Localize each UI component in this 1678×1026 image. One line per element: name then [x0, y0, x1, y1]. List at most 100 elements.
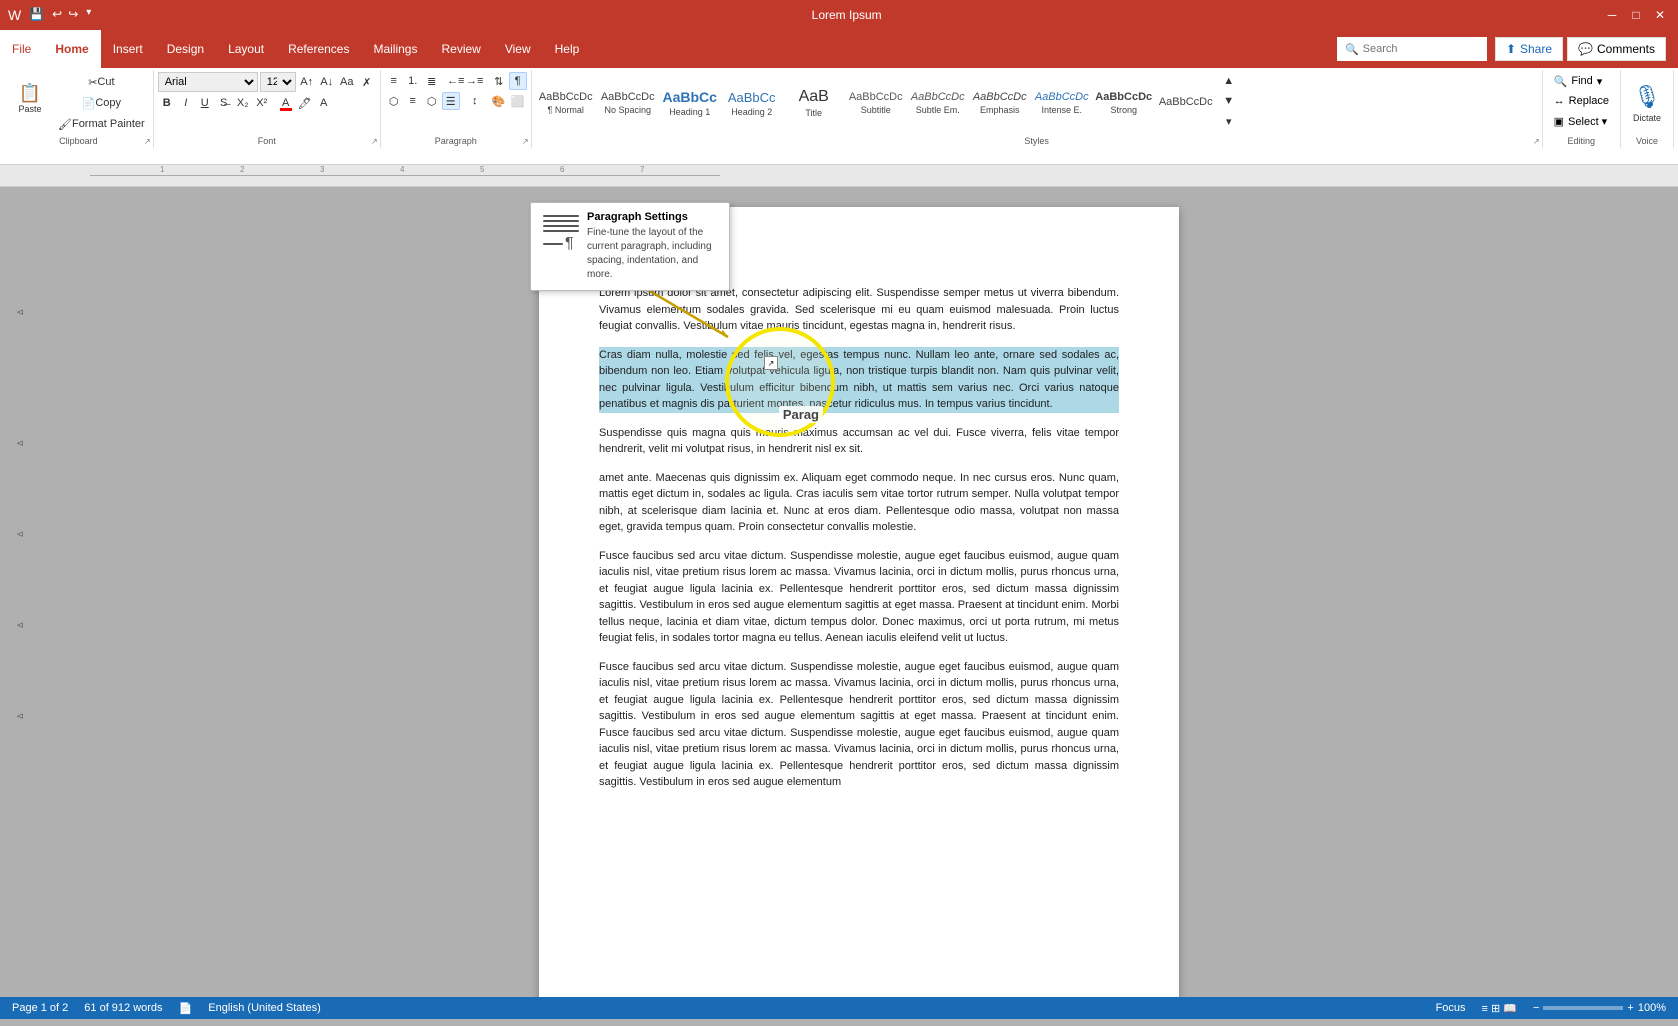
- decrease-indent-button[interactable]: ←≡: [447, 72, 465, 90]
- align-center-button[interactable]: ≡: [404, 92, 422, 110]
- save-icon[interactable]: 💾: [29, 7, 44, 23]
- style-subtitle[interactable]: AaBbCcDc Subtitle: [846, 72, 906, 134]
- font-color-button[interactable]: A: [277, 94, 295, 112]
- share-button[interactable]: ⬆ Share: [1495, 37, 1563, 61]
- styles-scroll-up[interactable]: ▲: [1220, 72, 1238, 90]
- menu-references[interactable]: References: [276, 30, 361, 68]
- paragraph-2[interactable]: Cras diam nulla, molestie sed felis vel,…: [599, 347, 1119, 413]
- style-subtle-em[interactable]: AaBbCcDc Subtle Em.: [908, 72, 968, 134]
- show-marks-button[interactable]: ¶: [509, 72, 527, 90]
- strikethrough-button[interactable]: S̶: [215, 94, 233, 112]
- style-strong[interactable]: AaBbCcDc Strong: [1094, 72, 1154, 134]
- style-emphasis[interactable]: AaBbCcDc Emphasis: [970, 72, 1030, 134]
- style-no-spacing[interactable]: AaBbCcDc No Spacing: [598, 72, 658, 134]
- shading-para-button[interactable]: 🎨: [490, 92, 508, 110]
- paragraph-settings-tooltip: ¶ Paragraph Settings Fine-tune the layou…: [530, 202, 730, 291]
- line-spacing-button[interactable]: ↕: [466, 92, 484, 110]
- style-intense-e[interactable]: AaBbCcDc Intense E.: [1032, 72, 1092, 134]
- zoom-in-icon[interactable]: +: [1627, 1002, 1633, 1014]
- copy-button[interactable]: 📄 Copy: [54, 93, 149, 113]
- search-box[interactable]: 🔍: [1337, 37, 1487, 61]
- zoom-control: − + 100%: [1533, 1002, 1666, 1014]
- increase-indent-button[interactable]: →≡: [466, 72, 484, 90]
- zoom-slider[interactable]: [1543, 1006, 1623, 1010]
- superscript-button[interactable]: X²: [253, 94, 271, 112]
- clipboard-label: Clipboard: [4, 136, 153, 146]
- clear-format-button[interactable]: ✗: [358, 73, 376, 91]
- ruler-mark-3: 3: [320, 165, 324, 174]
- ruler-mark-2: 2: [240, 165, 244, 174]
- menu-layout[interactable]: Layout: [216, 30, 276, 68]
- clipboard-group: 📋 Paste ✂ Cut 📄 Copy 🖌 Format Painter Cl…: [4, 70, 154, 148]
- italic-button[interactable]: I: [177, 94, 195, 112]
- styles-scroll-down[interactable]: ▼: [1220, 92, 1238, 110]
- language: English (United States): [208, 1002, 321, 1014]
- style-title[interactable]: AaB Title: [784, 72, 844, 134]
- view-icons: ≡ ⊞ 📖: [1482, 1002, 1517, 1015]
- menu-insert[interactable]: Insert: [101, 30, 155, 68]
- window-controls: ─ □ ✕: [1602, 6, 1670, 24]
- menu-home[interactable]: Home: [43, 30, 100, 68]
- menu-view[interactable]: View: [493, 30, 543, 68]
- maximize-button[interactable]: □: [1626, 6, 1646, 24]
- menu-file[interactable]: File: [0, 30, 43, 68]
- replace-button[interactable]: ↔ Replace: [1547, 92, 1616, 110]
- styles-more[interactable]: ▾: [1220, 112, 1238, 130]
- font-size-select[interactable]: 12: [260, 72, 296, 92]
- highlight-button[interactable]: 🖊: [296, 94, 314, 112]
- search-input[interactable]: [1363, 43, 1479, 55]
- dictate-button[interactable]: 🎙 Dictate: [1625, 72, 1669, 134]
- menu-help[interactable]: Help: [543, 30, 592, 68]
- align-left-button[interactable]: ⬡: [385, 92, 403, 110]
- cut-button[interactable]: ✂ Cut: [54, 72, 149, 92]
- font-expand[interactable]: ↗: [371, 137, 378, 146]
- paragraph-5[interactable]: Fusce faucibus sed arcu vitae dictum. Su…: [599, 548, 1119, 647]
- close-button[interactable]: ✕: [1650, 6, 1670, 24]
- format-painter-button[interactable]: 🖌 Format Painter: [54, 114, 149, 134]
- paragraph-expand[interactable]: ↗: [522, 137, 529, 146]
- align-right-button[interactable]: ⬡: [423, 92, 441, 110]
- paragraph-4[interactable]: amet ante. Maecenas quis dignissim ex. A…: [599, 470, 1119, 536]
- style-heading1[interactable]: AaBbCc Heading 1: [660, 72, 720, 134]
- undo-icon[interactable]: ↩: [52, 7, 62, 23]
- minimize-button[interactable]: ─: [1602, 6, 1622, 24]
- decrease-font-button[interactable]: A↓: [318, 73, 336, 91]
- styles-expand[interactable]: ↗: [1533, 137, 1540, 146]
- clipboard-expand[interactable]: ↗: [144, 137, 151, 146]
- voice-label: Voice: [1621, 136, 1673, 146]
- paragraph-1[interactable]: Lorem ipsum dolor sit amet, consectetur …: [599, 285, 1119, 335]
- comments-icon: 💬: [1578, 42, 1593, 56]
- redo-icon[interactable]: ↪: [68, 7, 78, 23]
- shading-button[interactable]: A: [315, 94, 333, 112]
- font-case-button[interactable]: Aa: [338, 73, 356, 91]
- underline-button[interactable]: U: [196, 94, 214, 112]
- menu-design[interactable]: Design: [155, 30, 216, 68]
- editing-group: 🔍 Find ▾ ↔ Replace ▣ Select ▾ Editing: [1543, 70, 1621, 148]
- style-normal[interactable]: AaBbCcDc ¶ Normal: [536, 72, 596, 134]
- margin-indicator: ⊲: [0, 307, 40, 318]
- justify-button[interactable]: ☰: [442, 92, 460, 110]
- style-heading2[interactable]: AaBbCc Heading 2: [722, 72, 782, 134]
- menu-review[interactable]: Review: [429, 30, 492, 68]
- status-bar: Page 1 of 2 61 of 912 words 📄 English (U…: [0, 997, 1678, 1019]
- font-name-select[interactable]: Arial: [158, 72, 258, 92]
- sort-button[interactable]: ⇅: [490, 72, 508, 90]
- numbering-button[interactable]: 1.: [404, 72, 422, 90]
- borders-button[interactable]: ⬜: [509, 92, 527, 110]
- paragraph-6[interactable]: Fusce faucibus sed arcu vitae dictum. Su…: [599, 659, 1119, 791]
- bold-button[interactable]: B: [158, 94, 176, 112]
- focus-button[interactable]: Focus: [1436, 1002, 1466, 1014]
- menu-mailings[interactable]: Mailings: [361, 30, 429, 68]
- bullets-button[interactable]: ≡: [385, 72, 403, 90]
- select-button[interactable]: ▣ Select ▾: [1547, 112, 1616, 130]
- style-more[interactable]: AaBbCcDc: [1156, 72, 1216, 134]
- increase-font-button[interactable]: A↑: [298, 73, 316, 91]
- find-button[interactable]: 🔍 Find ▾: [1547, 72, 1616, 90]
- paste-button[interactable]: 📋 Paste: [8, 72, 52, 126]
- subscript-button[interactable]: X₂: [234, 94, 252, 112]
- multilevel-button[interactable]: ≣: [423, 72, 441, 90]
- paragraph-3[interactable]: Suspendisse quis magna quis mauris maxim…: [599, 425, 1119, 458]
- comments-button[interactable]: 💬 Comments: [1567, 37, 1666, 61]
- zoom-out-icon[interactable]: −: [1533, 1002, 1539, 1014]
- margin-indicator-4: ⊲: [0, 620, 40, 631]
